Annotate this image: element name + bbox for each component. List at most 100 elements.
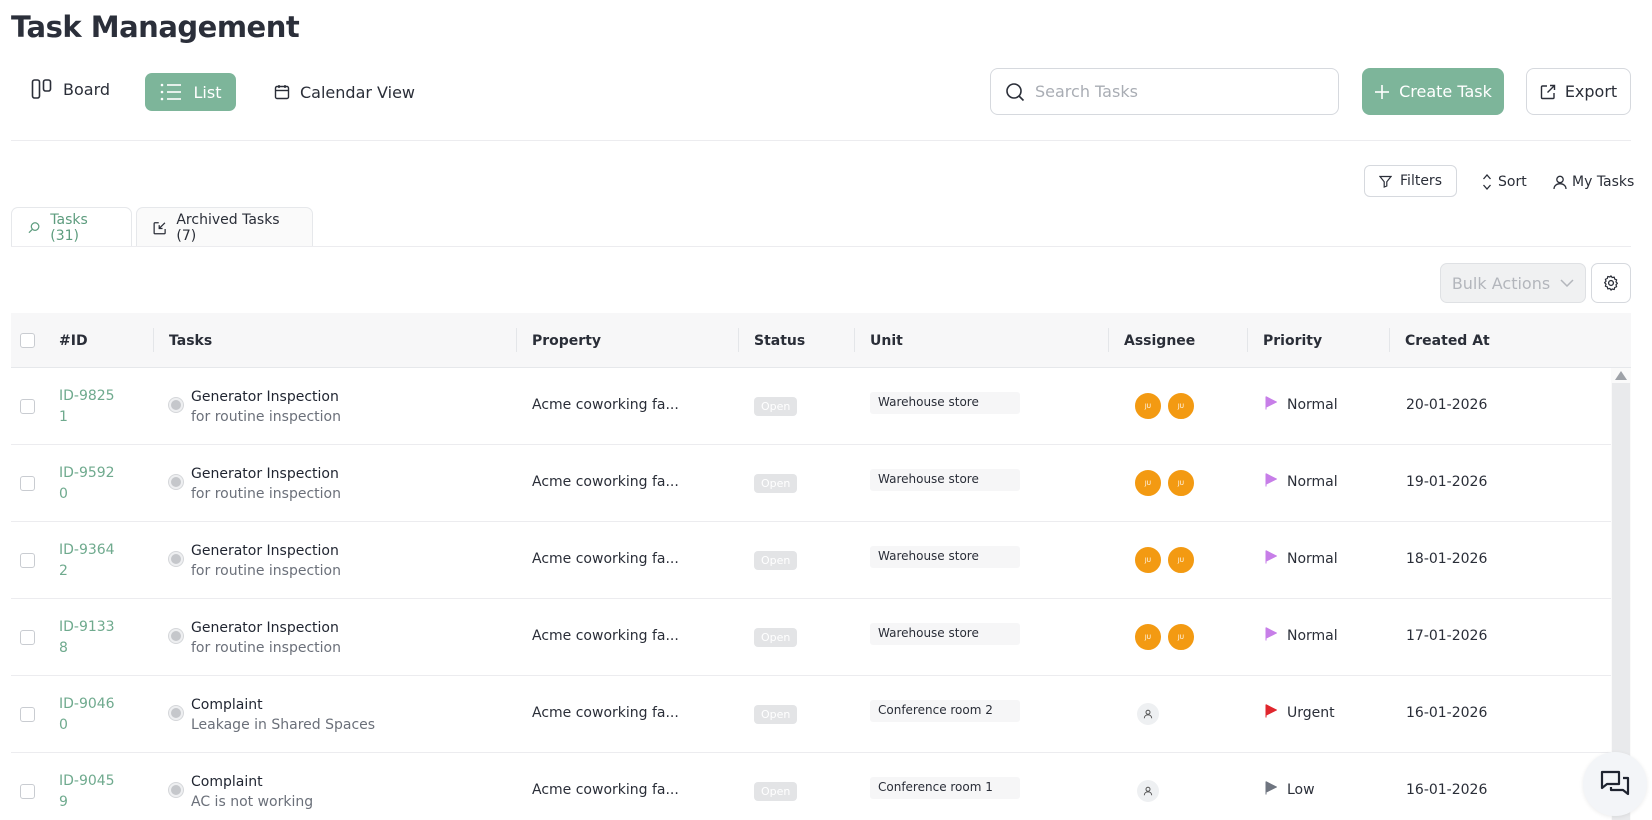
checkbox[interactable] — [20, 784, 35, 799]
assignee-avatar[interactable]: JU — [1167, 392, 1195, 420]
priority-cell[interactable]: Normal — [1265, 473, 1338, 491]
bulk-actions-dropdown[interactable]: Bulk Actions — [1440, 263, 1586, 303]
filters-button[interactable]: Filters — [1364, 165, 1457, 197]
created-date: 16-01-2026 — [1406, 782, 1488, 798]
row-checkbox[interactable] — [20, 399, 35, 414]
table-row[interactable]: ID-95920 Generator Inspection for routine … — [11, 445, 1611, 522]
task-status-dot-icon — [169, 475, 183, 489]
scroll-up-arrow[interactable] — [1615, 371, 1627, 380]
assignee-group[interactable] — [1134, 700, 1159, 725]
sort-button[interactable]: Sort — [1482, 170, 1527, 194]
task-title: Generator Inspection — [191, 466, 339, 482]
row-checkbox[interactable] — [20, 630, 35, 645]
export-button[interactable]: Export — [1526, 68, 1631, 115]
view-list-button[interactable]: List — [145, 73, 236, 111]
assignee-avatar[interactable]: JU — [1134, 469, 1162, 497]
plus-icon — [1375, 84, 1390, 99]
view-calendar-button[interactable]: Calendar View — [274, 76, 415, 108]
task-cell[interactable]: Complaint AC is not working — [169, 772, 313, 813]
task-description: Leakage in Shared Spaces — [191, 717, 376, 733]
table-row[interactable]: ID-98251 Generator Inspection for routine … — [11, 368, 1611, 445]
assignee-group[interactable]: JU JU — [1134, 469, 1195, 497]
table-row[interactable]: ID-91338 Generator Inspection for routine … — [11, 599, 1611, 676]
tab-archived-tasks[interactable]: Archived Tasks (7) — [136, 207, 313, 247]
assignee-avatar[interactable]: JU — [1134, 392, 1162, 420]
task-status-dot-icon — [169, 629, 183, 643]
assignee-avatar[interactable]: JU — [1167, 546, 1195, 574]
view-board-button[interactable]: Board — [31, 73, 110, 105]
column-header-unit[interactable]: Unit — [870, 313, 903, 368]
task-id-link[interactable]: ID-95920 — [59, 463, 119, 505]
task-id-link[interactable]: ID-90460 — [59, 694, 119, 736]
unassigned-user-icon[interactable] — [1137, 780, 1159, 802]
status-badge[interactable]: Open — [754, 397, 798, 416]
column-header-status[interactable]: Status — [754, 313, 805, 368]
status-badge[interactable]: Open — [754, 705, 798, 724]
checkbox[interactable] — [20, 333, 35, 348]
my-tasks-button[interactable]: My Tasks — [1553, 170, 1634, 194]
task-id-link[interactable]: ID-98251 — [59, 386, 119, 428]
table-row[interactable]: ID-93642 Generator Inspection for routine … — [11, 522, 1611, 599]
checkbox[interactable] — [20, 707, 35, 722]
unassigned-user-icon[interactable] — [1137, 703, 1159, 725]
created-date: 20-01-2026 — [1406, 397, 1488, 413]
assignee-group[interactable]: JU JU — [1134, 546, 1195, 574]
task-cell[interactable]: Complaint Leakage in Shared Spaces — [169, 695, 375, 736]
status-badge[interactable]: Open — [754, 628, 798, 647]
task-id-link[interactable]: ID-91338 — [59, 617, 119, 659]
row-checkbox[interactable] — [20, 553, 35, 568]
tab-tasks[interactable]: Tasks (31) — [11, 207, 132, 247]
created-date: 17-01-2026 — [1406, 628, 1488, 644]
status-badge[interactable]: Open — [754, 551, 798, 570]
created-date: 16-01-2026 — [1406, 705, 1488, 721]
select-all-checkbox[interactable] — [20, 313, 35, 368]
sort-icon — [1483, 174, 1491, 190]
checkbox[interactable] — [20, 630, 35, 645]
assignee-group[interactable]: JU JU — [1134, 392, 1195, 420]
assignee-avatar[interactable]: JU — [1134, 623, 1162, 651]
column-header-assignee[interactable]: Assignee — [1124, 313, 1195, 368]
priority-cell[interactable]: Low — [1265, 781, 1315, 799]
task-cell[interactable]: Generator Inspection for routine inspecti… — [169, 464, 341, 505]
table-row[interactable]: ID-90459 Complaint AC is not working Acme c… — [11, 753, 1611, 820]
priority-cell[interactable]: Normal — [1265, 396, 1338, 414]
checkbox[interactable] — [20, 476, 35, 491]
assignee-group[interactable] — [1134, 777, 1159, 802]
column-header-created-at[interactable]: Created At — [1405, 313, 1490, 368]
search-box[interactable] — [990, 68, 1339, 115]
priority-cell[interactable]: Normal — [1265, 627, 1338, 645]
search-input[interactable] — [1035, 82, 1315, 101]
priority-cell[interactable]: Urgent — [1265, 704, 1335, 722]
column-divider — [1108, 328, 1109, 352]
task-description: for routine inspection — [191, 640, 341, 656]
row-checkbox[interactable] — [20, 707, 35, 722]
chat-support-button[interactable] — [1583, 752, 1647, 816]
task-cell[interactable]: Generator Inspection for routine inspecti… — [169, 618, 341, 659]
create-task-button[interactable]: Create Task — [1362, 68, 1504, 115]
column-header-property[interactable]: Property — [532, 313, 601, 368]
status-badge[interactable]: Open — [754, 474, 798, 493]
create-task-label: Create Task — [1399, 82, 1492, 101]
column-header-tasks[interactable]: Tasks — [169, 313, 212, 368]
chevron-down-icon — [1560, 279, 1574, 287]
assignee-avatar[interactable]: JU — [1134, 546, 1162, 574]
checkbox[interactable] — [20, 399, 35, 414]
task-cell[interactable]: Generator Inspection for routine inspecti… — [169, 541, 341, 582]
row-checkbox[interactable] — [20, 784, 35, 799]
assignee-group[interactable]: JU JU — [1134, 623, 1195, 651]
checkbox[interactable] — [20, 553, 35, 568]
column-header-id[interactable]: #ID — [59, 313, 88, 368]
task-cell[interactable]: Generator Inspection for routine inspecti… — [169, 387, 341, 428]
row-checkbox[interactable] — [20, 476, 35, 491]
task-id-link[interactable]: ID-90459 — [59, 771, 119, 813]
task-description: for routine inspection — [191, 563, 341, 579]
status-badge[interactable]: Open — [754, 782, 798, 801]
table-settings-button[interactable] — [1591, 263, 1631, 303]
task-id-link[interactable]: ID-93642 — [59, 540, 119, 582]
priority-cell[interactable]: Normal — [1265, 550, 1338, 568]
assignee-avatar[interactable]: JU — [1167, 469, 1195, 497]
calendar-icon — [274, 85, 290, 100]
column-header-priority[interactable]: Priority — [1263, 313, 1322, 368]
assignee-avatar[interactable]: JU — [1167, 623, 1195, 651]
table-row[interactable]: ID-90460 Complaint Leakage in Shared Space… — [11, 676, 1611, 753]
